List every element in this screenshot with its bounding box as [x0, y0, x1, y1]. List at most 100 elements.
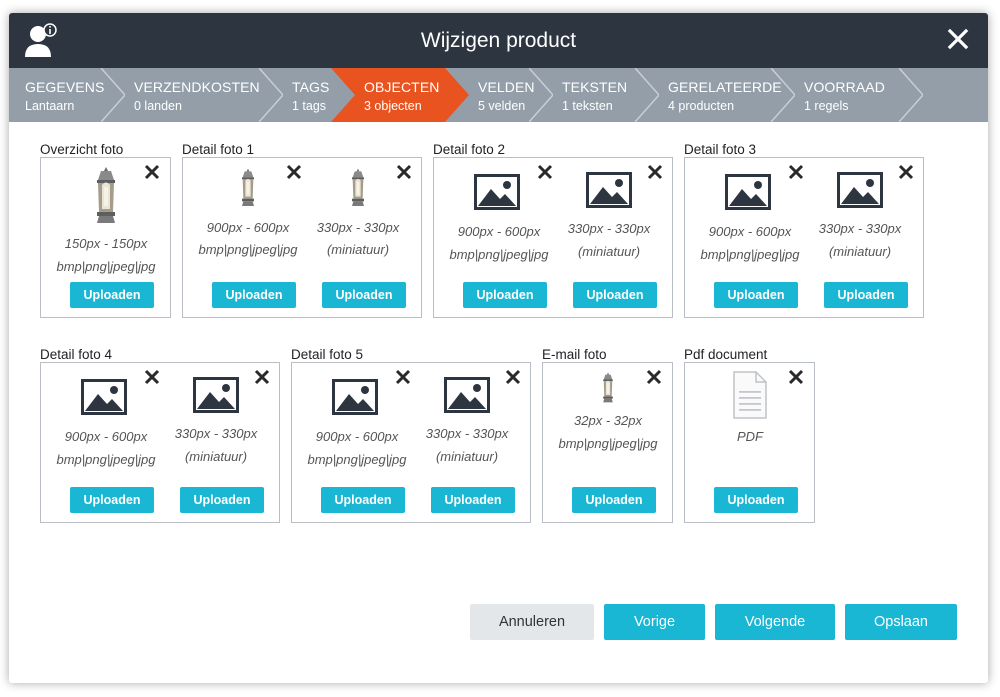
- upload-button[interactable]: Uploaden: [70, 487, 154, 513]
- section-title: E-mail foto: [542, 347, 607, 362]
- step-teksten[interactable]: TEKSTEN 1 teksten: [529, 68, 635, 122]
- section-title: Overzicht foto: [40, 142, 124, 157]
- remove-icon[interactable]: [144, 369, 160, 385]
- upload-button[interactable]: Uploaden: [824, 282, 908, 308]
- upload-card: 900px - 600px bmp|png|jpeg|jpg Uploaden 330…: [684, 157, 924, 318]
- upload-button[interactable]: Uploaden: [431, 487, 515, 513]
- remove-icon[interactable]: [898, 164, 914, 180]
- step-label: VOORRAAD: [804, 79, 885, 95]
- image-dimensions: 330px - 330px: [174, 426, 258, 441]
- upload-slot: 900px - 600px bmp|png|jpeg|jpg Uploaden: [51, 363, 161, 523]
- image-dimensions: 900px - 600px: [315, 429, 399, 444]
- allowed-formats: bmp|png|jpeg|jpg: [56, 259, 156, 274]
- modal-header: Wijzigen product: [9, 13, 988, 68]
- upload-slot: 900px - 600px bmp|png|jpeg|jpg Uploaden: [695, 158, 805, 318]
- remove-icon[interactable]: [647, 164, 663, 180]
- upload-slot: 900px - 600px bmp|png|jpeg|jpg Uploaden: [193, 158, 303, 318]
- step-objecten[interactable]: OBJECTEN 3 objecten: [331, 68, 469, 122]
- image-dimensions: PDF: [737, 429, 763, 444]
- upload-card: 900px - 600px bmp|png|jpeg|jpg Uploaden 330…: [182, 157, 422, 318]
- upload-button[interactable]: Uploaden: [180, 487, 264, 513]
- step-subtitle: 1 tags: [292, 99, 327, 113]
- image-dimensions: 150px - 150px: [64, 236, 148, 251]
- upload-slot: 330px - 330px (miniatuur) Uploaden: [805, 158, 915, 318]
- section-title: Detail foto 2: [433, 142, 506, 157]
- cancel-button[interactable]: Annuleren: [470, 604, 594, 640]
- image-dimensions: 330px - 330px: [567, 221, 651, 236]
- previous-button[interactable]: Vorige: [604, 604, 705, 640]
- upload-button[interactable]: Uploaden: [70, 282, 154, 308]
- section-title: Pdf document: [684, 347, 768, 362]
- image-dimensions: 32px - 32px: [574, 413, 642, 428]
- remove-icon[interactable]: [788, 369, 804, 385]
- allowed-formats: bmp|png|jpeg|jpg: [307, 452, 407, 467]
- image-dimensions: 330px - 330px: [425, 426, 509, 441]
- upload-slot: 330px - 330px (miniatuur) Uploaden: [412, 363, 522, 523]
- step-label: OBJECTEN: [364, 79, 440, 95]
- upload-card: 900px - 600px bmp|png|jpeg|jpg Uploaden 330…: [291, 362, 531, 523]
- allowed-formats: bmp|png|jpeg|jpg: [198, 242, 298, 257]
- next-button[interactable]: Volgende: [715, 604, 835, 640]
- upload-card: PDF Uploaden: [684, 362, 815, 523]
- step-tags[interactable]: TAGS 1 tags: [259, 68, 331, 122]
- allowed-formats: (miniatuur): [577, 244, 641, 259]
- image-placeholder-icon: [725, 174, 771, 210]
- remove-icon[interactable]: [788, 164, 804, 180]
- upload-slot: PDF Uploaden: [695, 363, 805, 523]
- allowed-formats: bmp|png|jpeg|jpg: [558, 436, 658, 451]
- remove-icon[interactable]: [646, 369, 662, 385]
- step-velden[interactable]: VELDEN 5 velden: [445, 68, 535, 122]
- upload-button[interactable]: Uploaden: [322, 282, 406, 308]
- allowed-formats: (miniatuur): [435, 449, 499, 464]
- image-placeholder-icon: [837, 172, 883, 208]
- product-thumbnail: [603, 372, 613, 403]
- remove-icon[interactable]: [254, 369, 270, 385]
- product-thumbnail: [352, 168, 364, 206]
- step-verzendkosten[interactable]: VERZENDKOSTEN 0 landen: [101, 68, 260, 122]
- image-dimensions: 900px - 600px: [206, 220, 290, 235]
- upload-slot: 32px - 32px bmp|png|jpeg|jpg Uploaden: [553, 363, 663, 523]
- upload-button[interactable]: Uploaden: [572, 487, 656, 513]
- remove-icon[interactable]: [396, 164, 412, 180]
- step-label: VERZENDKOSTEN: [134, 79, 260, 95]
- step-label: VELDEN: [478, 79, 535, 95]
- upload-button[interactable]: Uploaden: [573, 282, 657, 308]
- step-label: GEGEVENS: [25, 79, 105, 95]
- step-subtitle: 5 velden: [478, 99, 526, 113]
- upload-button[interactable]: Uploaden: [212, 282, 296, 308]
- section-title: Detail foto 5: [291, 347, 364, 362]
- step-label: TEKSTEN: [562, 79, 628, 95]
- document-icon: [733, 371, 767, 419]
- remove-icon[interactable]: [286, 164, 302, 180]
- save-button[interactable]: Opslaan: [845, 604, 957, 640]
- image-placeholder-icon: [193, 377, 239, 413]
- upload-button[interactable]: Uploaden: [321, 487, 405, 513]
- image-placeholder-icon: [474, 174, 520, 210]
- image-dimensions: 900px - 600px: [457, 224, 541, 239]
- allowed-formats: (miniatuur): [326, 242, 390, 257]
- step-gegevens[interactable]: GEGEVENS Lantaarn: [9, 68, 105, 122]
- close-icon[interactable]: [946, 27, 970, 51]
- section-title: Detail foto 4: [40, 347, 113, 362]
- allowed-formats: bmp|png|jpeg|jpg: [56, 452, 156, 467]
- remove-icon[interactable]: [505, 369, 521, 385]
- remove-icon[interactable]: [395, 369, 411, 385]
- step-label: GERELATEERDE: [668, 79, 782, 95]
- image-dimensions: 900px - 600px: [708, 224, 792, 239]
- image-placeholder-icon: [586, 172, 632, 208]
- image-dimensions: 900px - 600px: [64, 429, 148, 444]
- step-subtitle: 4 producten: [668, 99, 735, 113]
- product-thumbnail: [97, 167, 115, 223]
- upload-button[interactable]: Uploaden: [714, 487, 798, 513]
- allowed-formats: (miniatuur): [184, 449, 248, 464]
- step-gerelateerde[interactable]: GERELATEERDE 4 producten: [635, 68, 782, 122]
- image-dimensions: 330px - 330px: [316, 220, 400, 235]
- upload-button[interactable]: Uploaden: [714, 282, 798, 308]
- upload-button[interactable]: Uploaden: [463, 282, 547, 308]
- upload-card: 900px - 600px bmp|png|jpeg|jpg Uploaden 330…: [433, 157, 673, 318]
- upload-card: 150px - 150px bmp|png|jpeg|jpg Uploaden: [40, 157, 171, 318]
- image-placeholder-icon: [81, 379, 127, 415]
- step-voorraad[interactable]: VOORRAAD 1 regels: [771, 68, 899, 122]
- remove-icon[interactable]: [537, 164, 553, 180]
- remove-icon[interactable]: [144, 164, 160, 180]
